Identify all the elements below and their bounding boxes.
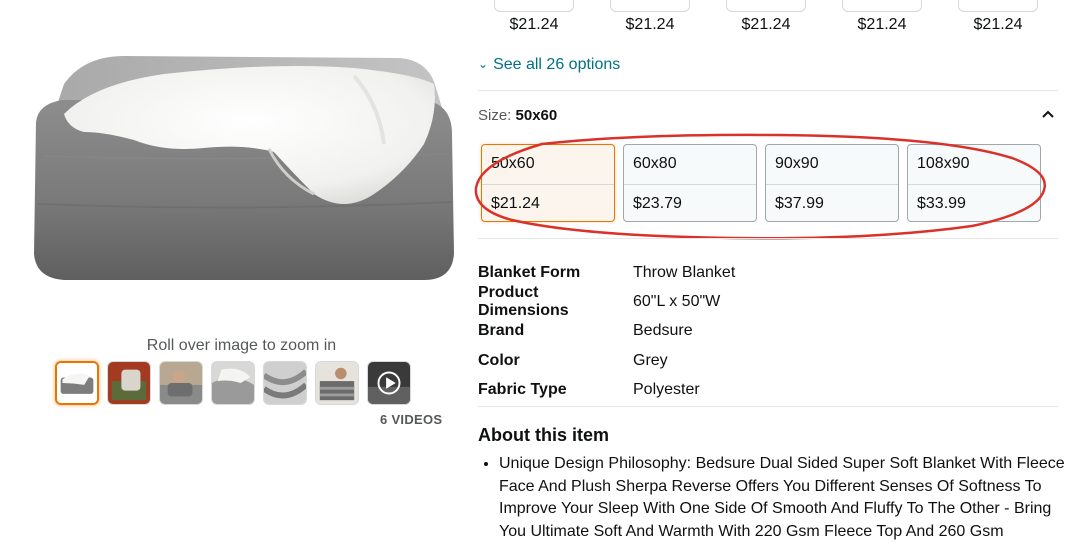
swatch-price: $21.24 bbox=[857, 16, 907, 33]
thumbnail-4[interactable] bbox=[211, 361, 255, 405]
spec-value: Throw Blanket bbox=[633, 263, 736, 281]
divider bbox=[478, 90, 1058, 91]
video-thumbnail[interactable] bbox=[367, 361, 411, 405]
chevron-up-icon[interactable] bbox=[1040, 106, 1056, 122]
feature-bullet: Unique Design Philosophy: Bedsure Dual S… bbox=[499, 453, 1068, 543]
spec-value: Polyester bbox=[633, 380, 700, 398]
spec-row: Color Grey bbox=[478, 346, 735, 375]
see-all-options-label: See all 26 options bbox=[493, 56, 621, 73]
thumbnail-3[interactable] bbox=[159, 361, 203, 405]
about-bullets: Unique Design Philosophy: Bedsure Dual S… bbox=[478, 453, 1068, 543]
blanket-image bbox=[34, 56, 454, 280]
swatch-price: $21.24 bbox=[741, 16, 791, 33]
product-specs-table: Blanket Form Throw Blanket Product Dimen… bbox=[478, 258, 735, 404]
spec-value: Grey bbox=[633, 351, 668, 369]
see-all-options-link[interactable]: ⌄ See all 26 options bbox=[478, 56, 620, 74]
style-swatch[interactable]: $21.24 bbox=[726, 0, 806, 33]
spec-key: Brand bbox=[478, 322, 525, 340]
spec-value: Bedsure bbox=[633, 322, 693, 340]
thumbnail-6[interactable] bbox=[315, 361, 359, 405]
about-this-item-heading: About this item bbox=[478, 425, 609, 445]
size-heading: Size: 50x60 bbox=[478, 107, 557, 124]
thumbnail-1[interactable] bbox=[55, 361, 99, 405]
divider bbox=[478, 406, 1058, 407]
style-swatch[interactable]: $21.24 bbox=[958, 0, 1038, 33]
spec-value: 60"L x 50"W bbox=[633, 292, 721, 310]
chevron-down-icon: ⌄ bbox=[478, 57, 489, 71]
divider bbox=[478, 238, 1058, 239]
swatch-price: $21.24 bbox=[973, 16, 1023, 33]
selected-size-value: 50x60 bbox=[515, 107, 558, 124]
spec-row: Blanket Form Throw Blanket bbox=[478, 258, 735, 287]
thumbnail-5[interactable] bbox=[263, 361, 307, 405]
style-swatch[interactable]: $21.24 bbox=[494, 0, 574, 33]
size-label: Size: bbox=[478, 107, 512, 124]
spec-key: Fabric Type bbox=[478, 380, 567, 398]
style-swatch[interactable]: $21.24 bbox=[610, 0, 690, 33]
style-swatch[interactable]: $21.24 bbox=[842, 0, 922, 33]
thumbnail-2[interactable] bbox=[107, 361, 151, 405]
spec-row: Product Dimensions 60"L x 50"W bbox=[478, 284, 735, 319]
swatch-price: $21.24 bbox=[625, 16, 675, 33]
style-swatch-row: $21.24 $21.24 $21.24 $21.24 $21.24 bbox=[494, 0, 1038, 33]
spec-row: Fabric Type Polyester bbox=[478, 375, 735, 404]
annotation-oval bbox=[474, 133, 1047, 240]
swatch-price: $21.24 bbox=[509, 16, 559, 33]
thumbnail-strip bbox=[55, 361, 411, 405]
zoom-hint-text: Roll over image to zoom in bbox=[146, 337, 337, 354]
spec-key: Blanket Form bbox=[478, 263, 581, 281]
videos-count-label[interactable]: 6 VIDEOS bbox=[380, 412, 442, 427]
spec-key: Color bbox=[478, 351, 520, 369]
spec-row: Brand Bedsure bbox=[478, 317, 735, 346]
main-product-image[interactable] bbox=[24, 44, 464, 294]
spec-key: Product Dimensions bbox=[478, 283, 569, 319]
